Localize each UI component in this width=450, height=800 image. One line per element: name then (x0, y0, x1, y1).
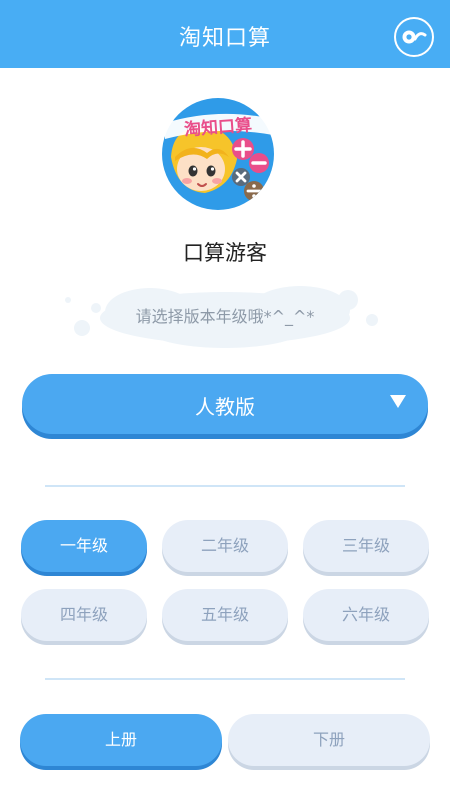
volume-lower-button[interactable]: 下册 (228, 714, 430, 766)
app-logo: 淘知口算 (161, 97, 275, 211)
grade-2-button[interactable]: 二年级 (162, 520, 288, 572)
toggle-icon[interactable] (394, 17, 434, 57)
username: 口算游客 (183, 241, 267, 265)
divider (45, 678, 405, 680)
grade-3-button[interactable]: 三年级 (303, 520, 429, 572)
caret-down-icon (390, 395, 406, 408)
edition-label: 人教版 (195, 395, 255, 419)
edition-select[interactable]: 人教版 (22, 374, 428, 434)
grade-4-button[interactable]: 四年级 (21, 589, 147, 641)
grade-6-button[interactable]: 六年级 (303, 589, 429, 641)
page-title: 淘知口算 (178, 26, 271, 51)
prompt-text: 请选择版本年级哦*^_^* (135, 307, 315, 326)
divider (45, 485, 405, 487)
grade-1-button[interactable]: 一年级 (21, 520, 147, 572)
volume-upper-button[interactable]: 上册 (20, 714, 222, 766)
grade-5-button[interactable]: 五年级 (162, 589, 288, 641)
app-header: 淘知口算 (0, 0, 450, 68)
